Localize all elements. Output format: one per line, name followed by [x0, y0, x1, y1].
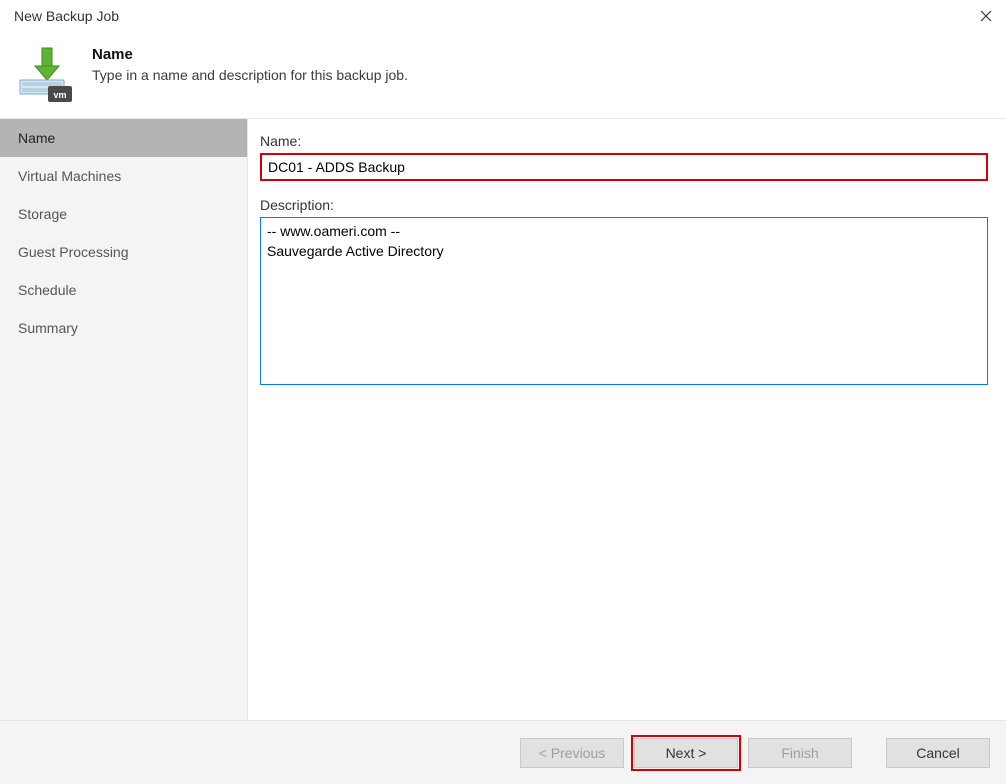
- sidebar-item-storage[interactable]: Storage: [0, 195, 247, 233]
- wizard-header: vm Name Type in a name and description f…: [0, 32, 1006, 118]
- cancel-button[interactable]: Cancel: [886, 738, 990, 768]
- next-button[interactable]: Next >: [634, 738, 738, 768]
- wizard-sidebar: Name Virtual Machines Storage Guest Proc…: [0, 119, 248, 720]
- description-label: Description:: [260, 197, 988, 213]
- backup-job-icon: vm: [18, 46, 76, 104]
- sidebar-item-schedule[interactable]: Schedule: [0, 271, 247, 309]
- sidebar-item-label: Guest Processing: [18, 244, 129, 260]
- wizard-footer: < Previous Next > Finish Cancel: [0, 720, 1006, 784]
- sidebar-item-guest-processing[interactable]: Guest Processing: [0, 233, 247, 271]
- wizard-content: Name: Description:: [248, 119, 1006, 720]
- previous-button[interactable]: < Previous: [520, 738, 624, 768]
- name-label: Name:: [260, 133, 988, 149]
- sidebar-item-label: Summary: [18, 320, 78, 336]
- sidebar-item-name[interactable]: Name: [0, 119, 247, 157]
- titlebar: New Backup Job: [0, 0, 1006, 32]
- job-name-input[interactable]: [260, 153, 988, 181]
- sidebar-item-label: Virtual Machines: [18, 168, 121, 184]
- wizard-step-title: Name: [92, 46, 408, 63]
- sidebar-item-label: Schedule: [18, 282, 76, 298]
- sidebar-item-label: Name: [18, 130, 55, 146]
- wizard-body: Name Virtual Machines Storage Guest Proc…: [0, 118, 1006, 720]
- window-title: New Backup Job: [14, 8, 119, 24]
- job-description-textarea[interactable]: [260, 217, 988, 385]
- wizard-step-subtitle: Type in a name and description for this …: [92, 67, 408, 83]
- wizard-header-text: Name Type in a name and description for …: [92, 46, 408, 83]
- finish-button[interactable]: Finish: [748, 738, 852, 768]
- svg-text:vm: vm: [53, 90, 66, 100]
- sidebar-item-summary[interactable]: Summary: [0, 309, 247, 347]
- sidebar-item-label: Storage: [18, 206, 67, 222]
- sidebar-item-virtual-machines[interactable]: Virtual Machines: [0, 157, 247, 195]
- close-icon[interactable]: [978, 8, 994, 24]
